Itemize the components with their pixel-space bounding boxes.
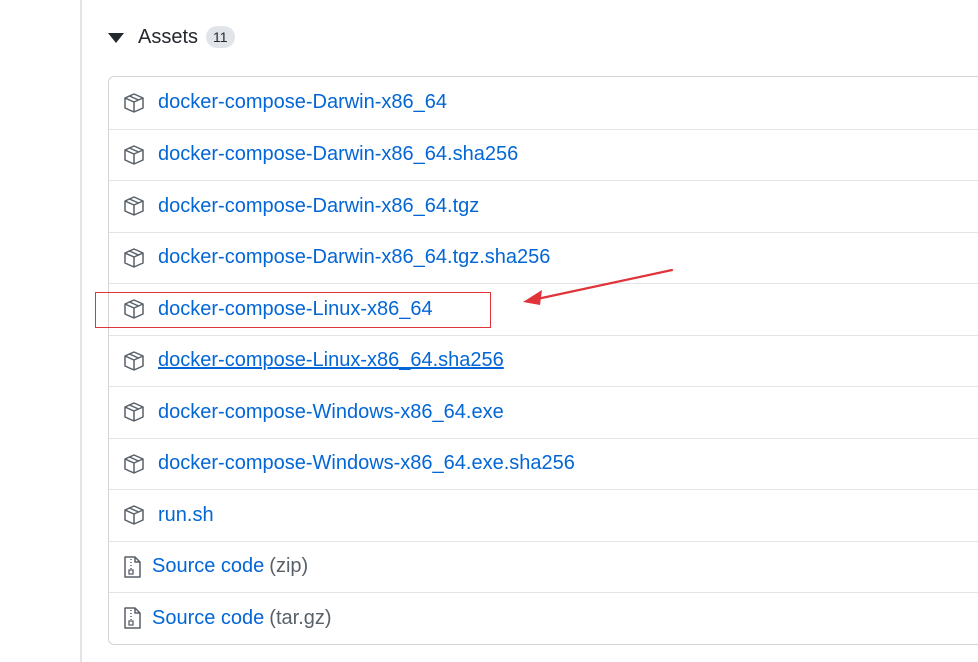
package-icon [124, 505, 144, 525]
asset-row: docker-compose-Darwin-x86_64.tgz [109, 180, 978, 232]
package-icon [124, 351, 144, 371]
asset-link[interactable]: docker-compose-Linux-x86_64 [158, 298, 433, 321]
package-icon [124, 248, 144, 268]
release-assets-page: Assets 11 docker-compose-Darwin-x86_64 d… [0, 0, 978, 662]
asset-link[interactable]: docker-compose-Windows-x86_64.exe [158, 401, 504, 424]
asset-row: docker-compose-Darwin-x86_64.tgz.sha256 [109, 231, 978, 284]
package-icon [124, 93, 144, 113]
asset-row: docker-compose-Darwin-x86_64.sha256 [109, 128, 978, 181]
asset-link[interactable]: docker-compose-Linux-x86_64.sha256 [158, 349, 504, 372]
assets-count-badge: 11 [206, 26, 235, 48]
asset-link[interactable]: docker-compose-Windows-x86_64.exe.sha256 [158, 452, 575, 475]
source-code-format: (tar.gz) [269, 606, 332, 629]
asset-link[interactable]: docker-compose-Darwin-x86_64 [158, 91, 447, 114]
source-code-targz-link[interactable]: Source code [152, 607, 264, 630]
asset-row: docker-compose-Linux-x86_64.sha256 [109, 334, 978, 387]
asset-link[interactable]: run.sh [158, 504, 214, 527]
asset-row: docker-compose-Darwin-x86_64 [109, 77, 978, 129]
asset-link[interactable]: docker-compose-Darwin-x86_64.sha256 [158, 143, 518, 166]
file-zip-icon [124, 556, 141, 578]
asset-row: docker-compose-Windows-x86_64.exe.sha256 [109, 437, 978, 490]
package-icon [124, 454, 144, 474]
source-code-row: Source code (zip) [109, 540, 978, 593]
package-icon [124, 299, 144, 319]
asset-row: docker-compose-Windows-x86_64.exe [109, 386, 978, 438]
asset-row-highlighted: docker-compose-Linux-x86_64 [109, 283, 978, 335]
package-icon [124, 196, 144, 216]
package-icon [124, 145, 144, 165]
source-code-row: Source code (tar.gz) [109, 592, 978, 644]
assets-title: Assets [138, 25, 199, 48]
asset-link[interactable]: docker-compose-Darwin-x86_64.tgz.sha256 [158, 246, 550, 269]
source-code-format: (zip) [269, 555, 309, 578]
file-zip-icon [124, 607, 141, 629]
source-code-zip-link[interactable]: Source code [152, 555, 264, 578]
timeline-divider [80, 0, 82, 662]
package-icon [124, 402, 144, 422]
assets-header[interactable]: Assets 11 [108, 22, 235, 52]
asset-row: run.sh [109, 489, 978, 541]
asset-list: docker-compose-Darwin-x86_64 docker-comp… [108, 76, 978, 645]
caret-down-icon[interactable] [108, 33, 124, 43]
asset-link[interactable]: docker-compose-Darwin-x86_64.tgz [158, 195, 479, 218]
